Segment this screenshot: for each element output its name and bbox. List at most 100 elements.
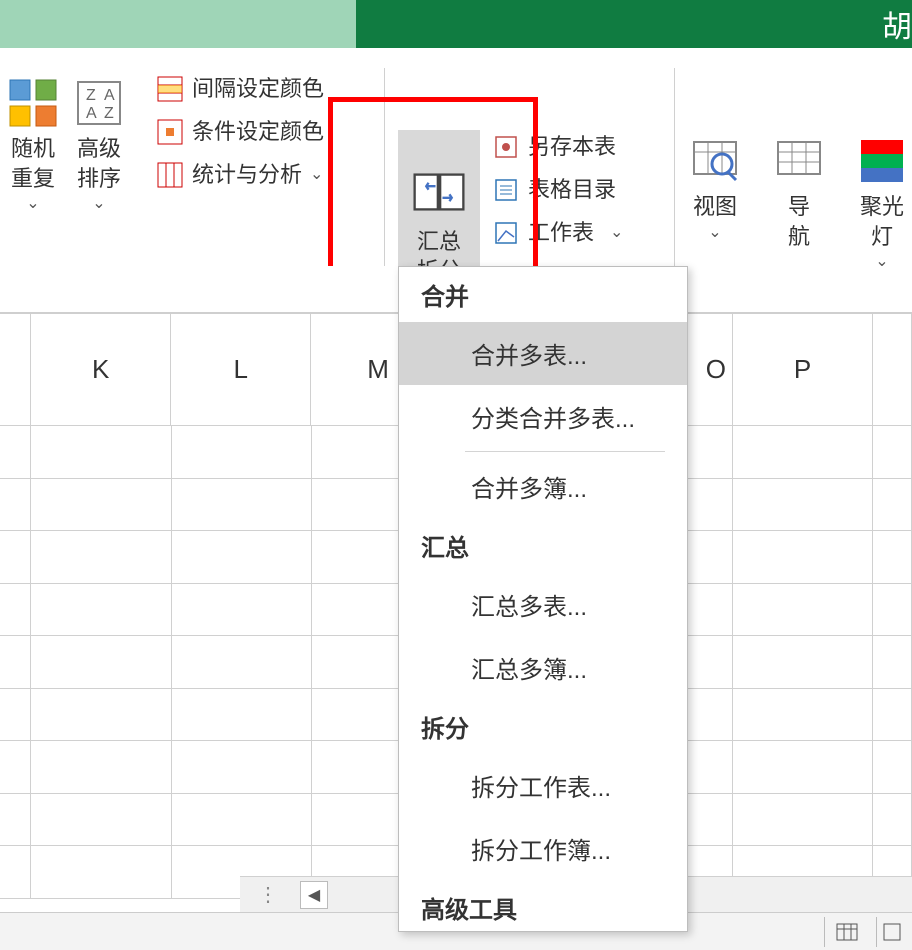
grid-cell[interactable] [0,741,31,794]
col-header-l[interactable]: L [171,314,311,426]
grid-cell[interactable] [0,846,31,899]
title-bar: 胡 [0,0,912,48]
grid-cell[interactable] [733,794,873,847]
random-dedup-icon [8,78,58,128]
grid-cell[interactable] [172,794,312,847]
grid-cell[interactable] [172,741,312,794]
spotlight-icon [857,136,907,186]
grid-cell[interactable] [733,636,873,689]
title-tab-active[interactable] [0,0,356,48]
menu-item-split-sheet[interactable]: 拆分工作表... [399,754,687,817]
spotlight-button[interactable]: 聚光灯 ⌄ [852,130,912,273]
grid-cell[interactable] [0,479,31,532]
grid-cell[interactable] [873,689,912,742]
grid-cell[interactable] [733,689,873,742]
scroll-left-button[interactable]: ◀ [300,881,328,909]
navigate-icon [774,136,824,186]
grid-cell[interactable] [31,531,171,584]
view-button[interactable]: 视图 ⌄ [682,130,748,243]
page-layout-view-button[interactable] [876,917,906,947]
ribbon: 随机重复 ⌄ Z A A Z 高级排序 ⌄ [0,48,912,266]
table-of-contents-button[interactable]: 表格目录 [488,173,627,208]
normal-view-icon [836,923,858,941]
chevron-down-icon: ⌄ [92,193,105,215]
random-dedup-button[interactable]: 随机重复 ⌄ [0,72,66,215]
sheet-tools-small-group: 另存本表 表格目录 工作表 ⌄ [488,130,627,250]
grid-cell[interactable] [873,531,912,584]
data-analysis-small-group: 间隔设定颜色 条件设定颜色 统计与分析 ⌄ [152,72,328,192]
grid-cell[interactable] [31,689,171,742]
grid-cell[interactable] [172,479,312,532]
grid-cell[interactable] [733,584,873,637]
grid-cell[interactable] [0,689,31,742]
grid-cell[interactable] [172,636,312,689]
grid-cell[interactable] [31,741,171,794]
menu-item-classify-merge-sheets[interactable]: 分类合并多表... [399,385,687,448]
grid-cell[interactable] [733,531,873,584]
menu-item-split-workbook[interactable]: 拆分工作簿... [399,817,687,880]
menu-item-summary-workbooks[interactable]: 汇总多簿... [399,636,687,699]
save-as-sheet-button[interactable]: 另存本表 [488,130,627,165]
grid-cell[interactable] [31,846,171,899]
menu-item-merge-workbooks[interactable]: 合并多簿... [399,455,687,518]
grid-cell[interactable] [873,426,912,479]
chevron-down-icon: ⌄ [610,222,623,244]
grid-cell[interactable] [733,426,873,479]
normal-view-button[interactable] [824,917,868,947]
worksheet-button[interactable]: 工作表 ⌄ [488,216,627,251]
toc-icon [492,176,520,204]
view-icon [690,136,740,186]
col-header-rowsel[interactable] [0,314,31,426]
grid-cell[interactable] [873,794,912,847]
statistics-analysis-label: 统计与分析 [192,160,302,191]
summary-split-icon [410,163,468,221]
grid-cell[interactable] [873,584,912,637]
sheet-tab-drag-handle-icon[interactable]: ⋮ [240,882,300,907]
conditional-color-label: 条件设定颜色 [192,117,324,148]
menu-header-summary: 汇总 [399,518,687,573]
grid-cell[interactable] [31,426,171,479]
grid-cell[interactable] [873,741,912,794]
grid-cell[interactable] [31,636,171,689]
grid-cell[interactable] [31,479,171,532]
grid-interval-icon [156,75,184,103]
grid-cell[interactable] [172,584,312,637]
grid-cell[interactable] [0,426,31,479]
menu-separator [465,451,665,452]
menu-header-merge: 合并 [399,267,687,322]
menu-item-merge-sheets[interactable]: 合并多表... [399,322,687,385]
col-header-p[interactable]: P [733,314,873,426]
worksheet-label: 工作表 [528,218,594,249]
table-of-contents-label: 表格目录 [528,175,616,206]
grid-cell[interactable] [873,479,912,532]
conditional-color-button[interactable]: 条件设定颜色 [152,115,328,150]
grid-cell[interactable] [31,794,171,847]
col-header-extra[interactable] [873,314,912,426]
svg-text:Z: Z [86,87,96,104]
interval-color-label: 间隔设定颜色 [192,74,324,105]
menu-header-advanced: 高级工具 [399,880,687,931]
grid-cell[interactable] [733,479,873,532]
menu-item-summary-sheets[interactable]: 汇总多表... [399,573,687,636]
advanced-sort-button[interactable]: Z A A Z 高级排序 ⌄ [66,72,132,215]
grid-cell[interactable] [0,794,31,847]
navigate-button[interactable]: 导航 [770,130,828,251]
grid-cell[interactable] [733,741,873,794]
col-header-k[interactable]: K [31,314,171,426]
grid-cell[interactable] [31,584,171,637]
svg-text:A: A [86,105,97,122]
grid-cell[interactable] [172,531,312,584]
grid-cell[interactable] [172,426,312,479]
statistics-analysis-button[interactable]: 统计与分析 ⌄ [152,158,328,193]
grid-cell[interactable] [0,636,31,689]
grid-cell[interactable] [172,689,312,742]
svg-text:A: A [104,87,115,104]
navigate-label: 导航 [784,192,814,251]
grid-cell[interactable] [0,531,31,584]
grid-cell[interactable] [873,636,912,689]
grid-cell[interactable] [0,584,31,637]
menu-header-split: 拆分 [399,699,687,754]
advanced-sort-icon: Z A A Z [74,78,124,128]
random-dedup-label: 随机重复 [6,134,60,193]
interval-color-button[interactable]: 间隔设定颜色 [152,72,328,107]
